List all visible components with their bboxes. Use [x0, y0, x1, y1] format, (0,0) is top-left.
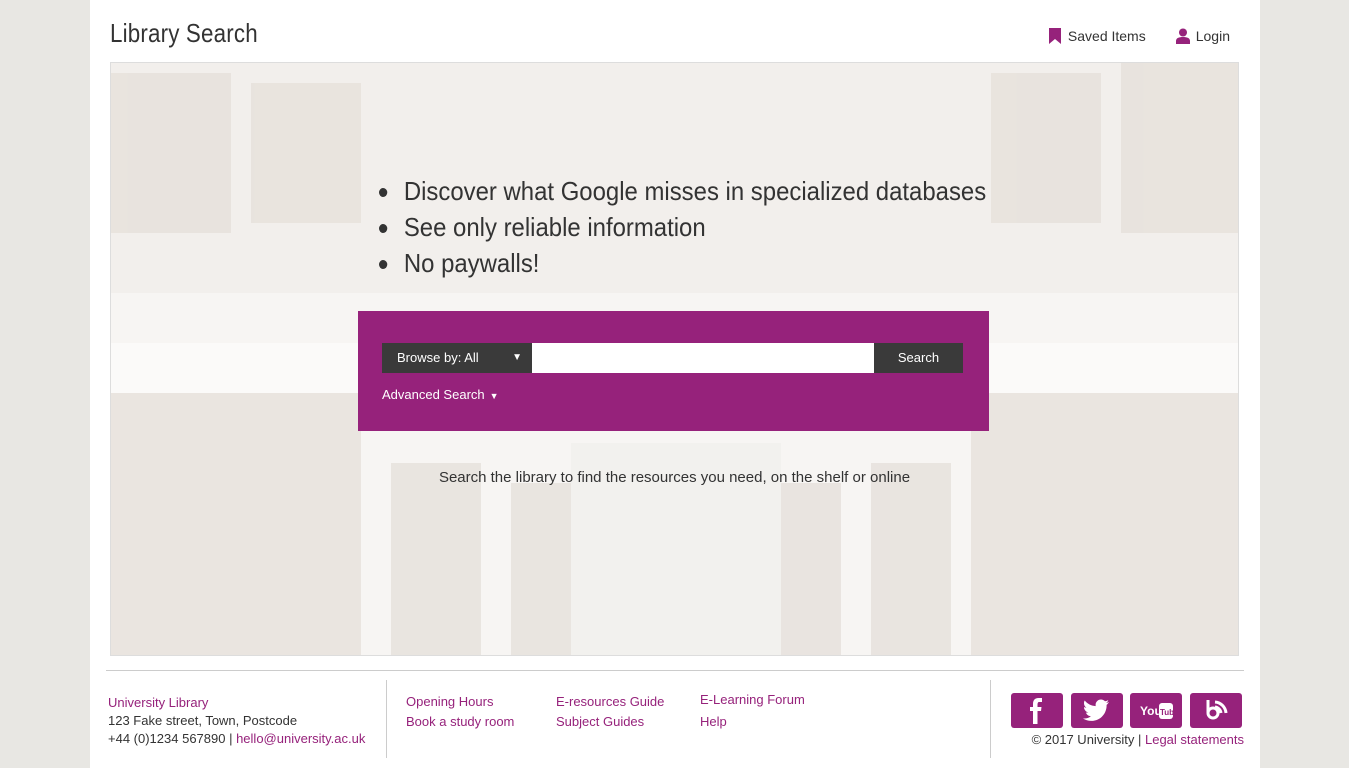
blog-button[interactable]: [1190, 693, 1242, 728]
feature-item: No paywalls!: [379, 245, 986, 281]
search-input[interactable]: [532, 343, 874, 373]
svg-text:Tube: Tube: [1160, 708, 1173, 717]
svg-text:You: You: [1140, 704, 1162, 718]
footer-separator: [990, 680, 991, 758]
caret-down-icon: ▼: [512, 352, 522, 363]
page-title: Library Search: [110, 18, 258, 48]
address: 123 Fake street, Town, Postcode: [108, 713, 298, 728]
login-label: Login: [1195, 28, 1230, 44]
caret-down-icon: ▼: [489, 391, 499, 401]
youtube-button[interactable]: YouTube: [1130, 693, 1182, 728]
footer-separator: [386, 680, 387, 758]
copyright-line: © 2017 University | Legal statements: [1032, 732, 1244, 747]
email-link[interactable]: hello@university.ac.uk: [236, 731, 365, 746]
opening-hours-link[interactable]: Opening Hours: [406, 694, 493, 709]
twitter-button[interactable]: [1071, 693, 1123, 728]
browse-select[interactable]: Browse by: All ▼: [382, 343, 532, 373]
advanced-search-toggle[interactable]: Advanced Search ▼: [382, 387, 499, 402]
help-link[interactable]: Help: [700, 714, 727, 729]
contact-line: +44 (0)1234 567890 | hello@university.ac…: [108, 730, 365, 748]
feature-item: Discover what Google misses in specializ…: [379, 173, 986, 209]
header-links: Saved Items Login: [1048, 28, 1230, 44]
subject-guides-link[interactable]: Subject Guides: [556, 714, 644, 729]
feature-list: Discover what Google misses in specializ…: [379, 173, 1039, 281]
search-panel: Browse by: All ▼ Search Advanced Search ▼: [358, 311, 989, 431]
facebook-button[interactable]: [1011, 693, 1063, 728]
advanced-search-label: Advanced Search: [382, 387, 485, 402]
page: Library Search Saved Items Login Discove…: [90, 0, 1260, 768]
feature-item: See only reliable information: [379, 209, 986, 245]
browse-select-label: Browse by: All: [397, 350, 479, 365]
phone: +44 (0)1234 567890 |: [108, 731, 233, 746]
saved-items-label: Saved Items: [1067, 28, 1146, 44]
twitter-icon: [1083, 699, 1109, 721]
bookmark-icon: [1048, 28, 1061, 44]
library-name-link[interactable]: University Library: [108, 694, 365, 712]
youtube-icon: YouTube: [1140, 702, 1173, 719]
user-icon: [1175, 28, 1190, 44]
book-study-room-link[interactable]: Book a study room: [406, 714, 514, 729]
copyright: © 2017 University |: [1031, 732, 1142, 747]
saved-items-link[interactable]: Saved Items: [1048, 28, 1146, 44]
legal-statements-link[interactable]: Legal statements: [1145, 732, 1244, 747]
facebook-icon: [1030, 697, 1042, 724]
blog-icon: [1206, 699, 1228, 719]
footer-divider: [106, 670, 1244, 671]
search-button[interactable]: Search: [874, 343, 963, 373]
hero-banner: Discover what Google misses in specializ…: [110, 62, 1239, 656]
eresources-guide-link[interactable]: E-resources Guide: [556, 694, 664, 709]
hero-tagline: Search the library to find the resources…: [438, 469, 911, 486]
footer-contact: University Library 123 Fake street, Town…: [108, 694, 365, 748]
elearning-forum-link[interactable]: E-Learning Forum: [700, 692, 805, 707]
login-link[interactable]: Login: [1175, 28, 1230, 44]
